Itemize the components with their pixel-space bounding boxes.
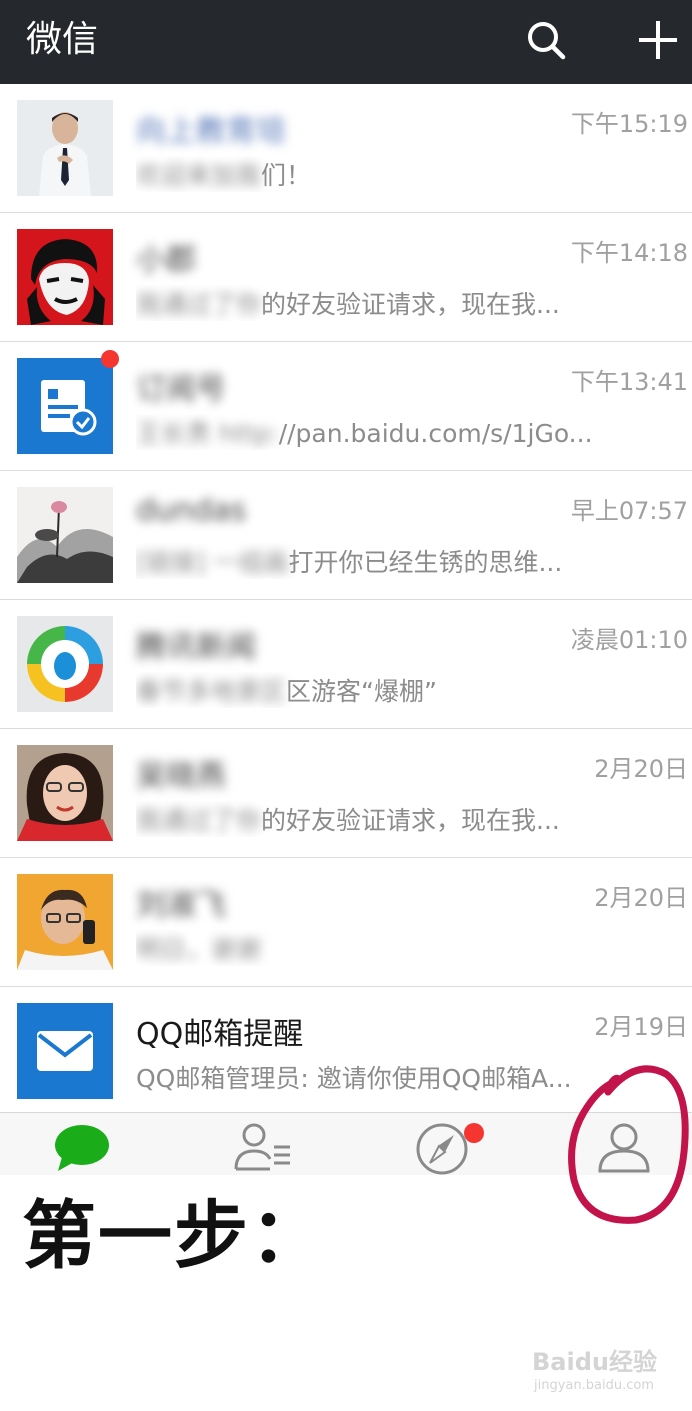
chat-row[interactable]: 吴晓燕 2月20日 我通过了你的好友验证请求，现在我... [0,729,692,858]
preview-visible: 们！ [261,161,312,190]
chat-row[interactable]: 刘淑飞 2月20日 明日，谢谢 [0,858,692,987]
red-marker-circle [566,1062,690,1230]
preview-hidden: 王长贵 http: [136,419,279,448]
chat-time: 下午14:18 [570,239,688,267]
app-title: 微信 [26,19,99,60]
chat-name: 刘淑飞 [136,888,226,923]
contacts-icon[interactable] [232,1121,292,1175]
chat-preview: [链接] 一组画打开你已经生锈的思维... [136,543,606,579]
chat-name: QQ邮箱提醒 [136,1017,304,1052]
avatar [17,874,113,970]
avatar [17,487,113,583]
baidu-watermark: Baidu经验 jingyan.baidu.com [532,1342,672,1398]
preview-hidden: 我通过了你 [136,806,262,835]
chat-preview: 欢迎来加我们！ [136,156,606,192]
chat-time: 2月19日 [594,1013,688,1041]
chat-preview: 我通过了你的好友验证请求，现在我... [136,285,606,321]
preview-hidden: 欢迎来加我 [136,161,262,190]
chat-preview: QQ邮箱管理员: 邀请你使用QQ邮箱A... [136,1059,606,1095]
chat-name: 订阅号 [136,372,226,407]
preview-hidden: 春节多地景区 [136,677,287,706]
preview-visible: QQ邮箱管理员: 邀请你使用QQ邮箱A... [136,1064,572,1093]
preview-visible: 的好友验证请求，现在我... [261,806,560,835]
avatar [17,100,113,196]
chat-time: 下午15:19 [570,110,688,138]
preview-hidden: 我通过了你 [136,290,262,319]
preview-visible: 区游客“爆棚” [286,677,437,706]
chat-time: 2月20日 [594,884,688,912]
unread-dot [101,350,119,368]
watermark-url: jingyan.baidu.com [534,1378,654,1393]
qq-mail-envelope-icon [17,1003,113,1099]
preview-visible: 打开你已经生锈的思维... [288,548,563,577]
chat-row[interactable]: 小郡 下午14:18 我通过了你的好友验证请求，现在我... [0,213,692,342]
search-icon[interactable] [524,18,568,62]
chat-name: 小郡 [136,243,196,278]
chat-preview: 明日，谢谢 [136,930,606,966]
discover-badge [464,1123,484,1143]
watermark-brand: Baidu经验 [532,1348,657,1376]
tencent-news-logo-icon [17,616,113,712]
chat-name: 向上教育培 [136,114,286,149]
subscription-doc-icon [17,358,113,454]
chat-name: 吴晓燕 [136,759,226,794]
avatar [17,229,113,325]
avatar [17,745,113,841]
chat-preview: 春节多地景区区游客“爆棚” [136,672,606,708]
chat-time: 2月20日 [594,755,688,783]
chat-time: 凌晨01:10 [570,626,688,654]
step-label: 第一步： [22,1193,326,1279]
chat-time: 早上07:57 [570,497,688,525]
chat-name: dundas [136,493,247,528]
chat-preview: 我通过了你的好友验证请求，现在我... [136,801,606,837]
top-bar: 微信 [0,0,692,84]
add-icon[interactable] [636,18,680,62]
preview-hidden: [链接] 一组画 [136,548,289,577]
preview-hidden: 明日，谢谢 [136,935,262,964]
chat-row[interactable]: dundas 早上07:57 [链接] 一组画打开你已经生锈的思维... [0,471,692,600]
chat-time: 下午13:41 [570,368,688,396]
chat-row[interactable]: 订阅号 下午13:41 王长贵 http://pan.baidu.com/s/1… [0,342,692,471]
preview-visible: 的好友验证请求，现在我... [261,290,560,319]
chat-row[interactable]: 腾讯新闻 凌晨01:10 春节多地景区区游客“爆棚” [0,600,692,729]
chat-list: 向上教育培 下午15:19 欢迎来加我们！ 小郡 下午14:18 我通过了你的好… [0,84,692,1116]
chat-row[interactable]: 向上教育培 下午15:19 欢迎来加我们！ [0,84,692,213]
preview-visible: //pan.baidu.com/s/1jGo... [278,419,593,448]
chat-bubble-icon[interactable] [52,1121,112,1175]
chat-name: 腾讯新闻 [136,630,256,665]
chat-preview: 王长贵 http://pan.baidu.com/s/1jGo... [136,414,606,450]
